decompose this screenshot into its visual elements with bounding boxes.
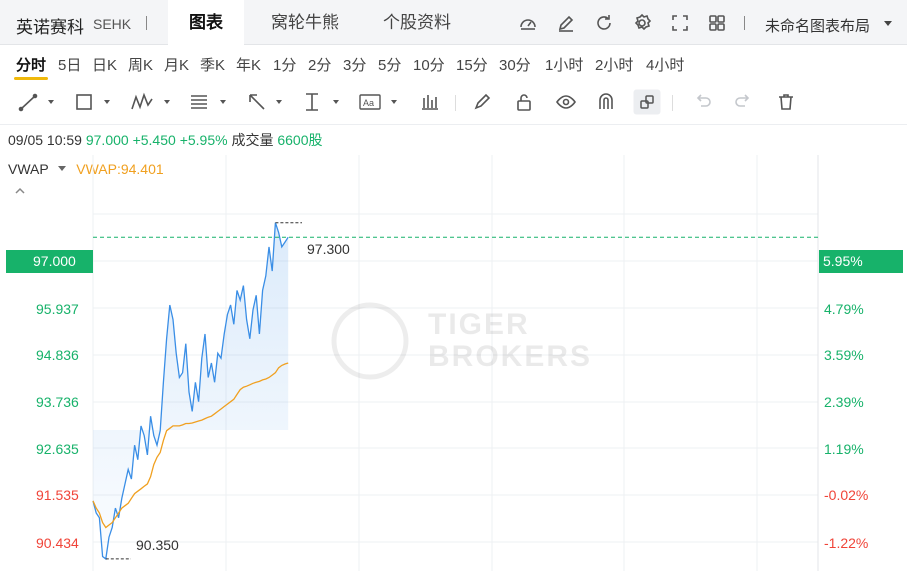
text-note-tool-icon[interactable]: Aa (358, 91, 404, 113)
indicator-name[interactable]: VWAP (8, 161, 48, 177)
quote-volume: 6600股 (277, 132, 323, 148)
top-bar: 英诺赛科 SEHK 图表 窝轮牛熊 个股资料 未命名图表布局 (0, 0, 907, 46)
tab-stock-profile[interactable]: 个股资料 (370, 0, 464, 45)
volume-label: 成交量 (231, 132, 274, 148)
price-area-fill (93, 222, 289, 559)
rectangle-tool-icon[interactable] (74, 91, 114, 113)
bar-indicator-icon[interactable] (420, 91, 440, 113)
period-1min[interactable]: 1分 (273, 54, 296, 75)
watermark-logo (331, 302, 409, 380)
brush-icon[interactable] (472, 91, 492, 113)
period-quarter[interactable]: 季K (200, 54, 225, 75)
current-price-tag: 97.000 (6, 250, 93, 273)
period-week[interactable]: 周K (128, 54, 153, 75)
caret-down-icon[interactable] (58, 166, 67, 172)
y-tick-right: -0.02% (824, 487, 869, 503)
period-year[interactable]: 年K (236, 54, 261, 75)
current-pct-tag: 5.95% (819, 250, 903, 273)
y-tick-left: 94.836 (36, 347, 79, 363)
quote-info-line: 09/05 10:59 97.000 +5.450 +5.95% 成交量 660… (8, 130, 323, 150)
period-3min[interactable]: 3分 (343, 54, 366, 75)
indicator-value: VWAP:94.401 (76, 161, 164, 177)
active-period-indicator (14, 77, 48, 80)
gauge-icon[interactable] (518, 13, 538, 33)
low-price-label: 90.350 (136, 537, 179, 553)
period-2hour[interactable]: 2小时 (595, 54, 633, 75)
stock-name: 英诺赛科 (16, 18, 84, 37)
link-drawings-icon[interactable] (633, 89, 661, 115)
y-tick-left: 93.736 (36, 394, 79, 410)
y-tick-left: 90.434 (36, 535, 79, 551)
trend-line-tool-icon[interactable] (18, 91, 58, 113)
tab-chart[interactable]: 图表 (168, 0, 244, 46)
delete-trash-icon[interactable] (776, 91, 796, 113)
divider (672, 95, 673, 111)
period-1hour[interactable]: 1小时 (545, 54, 583, 75)
tab-warrants[interactable]: 窝轮牛熊 (258, 0, 352, 45)
edit-icon[interactable] (556, 13, 576, 33)
fullscreen-icon[interactable] (670, 13, 690, 33)
refresh-icon[interactable] (594, 13, 614, 33)
grid-layout-icon[interactable] (707, 13, 727, 33)
period-5d[interactable]: 5日 (58, 54, 81, 75)
intraday-chart[interactable] (0, 0, 907, 571)
arrow-tool-icon[interactable] (246, 91, 290, 113)
vwap-line (92, 362, 289, 529)
period-month[interactable]: 月K (164, 54, 189, 75)
quote-change: +5.450 (132, 132, 176, 148)
period-5min[interactable]: 5分 (378, 54, 401, 75)
price-line (92, 222, 289, 561)
pattern-tool-icon[interactable] (130, 91, 174, 113)
indicator-legend: VWAP VWAP:94.401 (8, 161, 164, 177)
watermark-line-1: TIGER (428, 308, 530, 341)
caret-down-icon[interactable] (884, 21, 892, 27)
period-4hour[interactable]: 4小时 (646, 54, 684, 75)
divider (744, 16, 745, 30)
y-tick-left: 91.535 (36, 487, 79, 503)
watermark-line-2: BROKERS (428, 340, 593, 373)
magnet-icon[interactable] (596, 91, 616, 113)
chevron-up-icon[interactable] (14, 187, 26, 195)
period-2min[interactable]: 2分 (308, 54, 331, 75)
quote-change-pct: +5.95% (179, 132, 228, 148)
high-price-label: 97.300 (307, 241, 350, 257)
period-30min[interactable]: 30分 (499, 54, 531, 75)
period-10min[interactable]: 10分 (413, 54, 445, 75)
y-tick-right: 2.39% (824, 394, 864, 410)
svg-text:Aa: Aa (363, 98, 374, 108)
eye-icon[interactable] (555, 91, 577, 113)
y-tick-right: 3.59% (824, 347, 864, 363)
period-day[interactable]: 日K (92, 54, 117, 75)
unlock-icon[interactable] (514, 91, 534, 113)
fibonacci-tool-icon[interactable] (188, 91, 232, 113)
period-15min[interactable]: 15分 (456, 54, 488, 75)
y-tick-left: 95.937 (36, 301, 79, 317)
y-tick-left: 92.635 (36, 441, 79, 457)
quote-datetime: 09/05 10:59 (8, 132, 82, 148)
y-tick-right: 1.19% (824, 441, 864, 457)
quote-price: 97.000 (85, 132, 129, 148)
y-tick-right: -1.22% (824, 535, 869, 551)
layout-selector[interactable]: 未命名图表布局 (765, 15, 870, 36)
undo-icon[interactable] (693, 91, 713, 113)
settings-gear-icon[interactable] (632, 13, 652, 33)
measure-tool-icon[interactable] (302, 91, 346, 113)
divider (146, 16, 147, 30)
y-tick-right: 4.79% (824, 301, 864, 317)
period-intraday[interactable]: 分时 (16, 54, 46, 75)
toolbar-divider (0, 124, 907, 125)
divider (455, 95, 456, 111)
stock-exchange-code: SEHK (93, 16, 132, 32)
watermark-logo-ring (331, 302, 409, 380)
redo-icon[interactable] (733, 91, 753, 113)
